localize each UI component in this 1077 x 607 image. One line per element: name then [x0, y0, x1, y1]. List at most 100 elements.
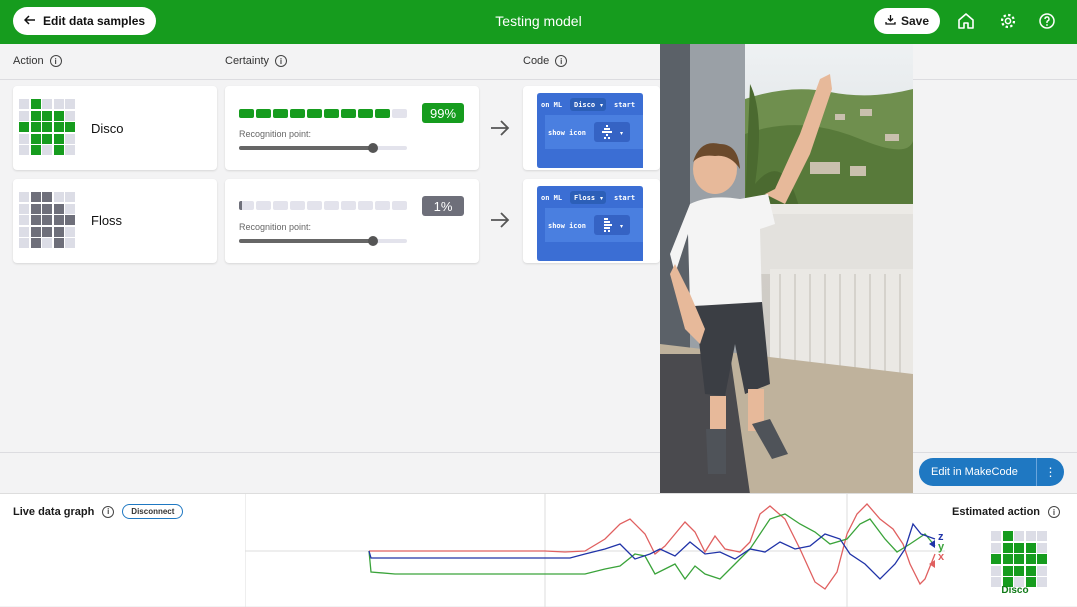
download-icon: [885, 14, 896, 28]
info-icon[interactable]: i: [275, 55, 288, 67]
icon-pixel: [65, 122, 75, 132]
more-options-icon[interactable]: ⋮: [1037, 465, 1064, 479]
slider-handle[interactable]: [368, 143, 379, 153]
floss-icon: [19, 192, 75, 248]
column-header-certainty: Certainty i: [225, 55, 288, 67]
code-show-icon: show icon: [548, 222, 586, 230]
chevron-down-icon: ▾: [620, 131, 623, 137]
makecode-block: on ML Floss ▾ start show icon ▾: [537, 186, 643, 261]
code-action-name: Floss: [574, 194, 595, 202]
makecode-label[interactable]: Edit in MakeCode: [919, 466, 1036, 478]
icon-pixel: [53, 122, 64, 132]
icon-pixel: [1014, 531, 1024, 541]
icon-pixel: [53, 99, 64, 109]
certainty-segment: [375, 109, 390, 118]
action-card-floss[interactable]: Floss: [13, 179, 217, 263]
certainty-segment: [273, 201, 288, 210]
certainty-segment: [256, 201, 271, 210]
icon-pixel: [42, 215, 52, 225]
icon-pixel: [30, 122, 41, 132]
icon-pixel: [19, 133, 29, 144]
recognition-point-label: Recognition point:: [239, 222, 312, 232]
icon-pixel: [30, 99, 41, 109]
icon-pixel: [53, 133, 64, 144]
icon-pixel: [65, 215, 75, 225]
icon-pixel: [53, 215, 64, 225]
icon-pixel: [42, 110, 52, 121]
icon-pixel: [30, 238, 41, 248]
code-card-floss[interactable]: on ML Floss ▾ start show icon ▾: [523, 179, 660, 263]
icon-pixel: [1037, 531, 1047, 541]
icon-pixel: [53, 145, 64, 155]
certainty-segment: [324, 109, 339, 118]
certainty-segment: [392, 201, 407, 210]
action-header-label: Action: [13, 55, 44, 67]
recognition-point-slider[interactable]: [239, 143, 407, 153]
certainty-bar: [239, 201, 407, 210]
save-button[interactable]: Save: [874, 8, 940, 34]
chevron-down-icon: ▾: [600, 196, 603, 202]
axis-legend: z y x: [938, 532, 944, 563]
certainty-segment: [375, 201, 390, 210]
icon-pixel: [65, 110, 75, 121]
icon-pixel: [1025, 554, 1036, 564]
help-icon[interactable]: [1037, 11, 1057, 31]
recognition-point-label: Recognition point:: [239, 129, 312, 139]
icon-pixel: [1037, 554, 1047, 564]
code-action-name: Disco: [574, 101, 595, 109]
icon-pixel: [42, 238, 52, 248]
top-bar: Edit data samples Testing model Save: [0, 0, 1077, 44]
icon-pixel: [30, 110, 41, 121]
column-header-code: Code i: [523, 55, 568, 67]
live-graph-title: Live data graph: [13, 505, 95, 518]
action-card-disco[interactable]: Disco: [13, 86, 217, 170]
icon-pixel: [65, 145, 75, 155]
code-header-label: Code: [523, 55, 550, 67]
code-start: start: [614, 194, 635, 202]
icon-pixel: [30, 226, 41, 237]
certainty-segment: [307, 109, 322, 118]
edit-in-makecode-button[interactable]: Edit in MakeCode ⋮: [919, 458, 1064, 486]
icon-pixel: [1002, 542, 1013, 553]
save-label: Save: [900, 14, 930, 28]
icon-pixel: [1037, 542, 1047, 553]
chevron-down-icon: ▾: [620, 224, 623, 230]
code-show-icon: show icon: [548, 129, 586, 137]
column-header-action: Action i: [13, 55, 62, 67]
icon-pixel: [42, 145, 52, 155]
icon-pixel: [1002, 554, 1013, 564]
code-on-ml: on ML: [541, 194, 562, 202]
live-data-panel: Live data graph i Disconnect z y x Estim…: [0, 493, 1077, 607]
icon-pixel: [991, 531, 1001, 541]
icon-pixel: [53, 110, 64, 121]
recognition-point-slider[interactable]: [239, 236, 407, 246]
info-icon[interactable]: i: [49, 55, 62, 67]
slider-handle[interactable]: [368, 236, 379, 246]
disconnect-button[interactable]: Disconnect: [122, 504, 184, 519]
certainty-segment: [239, 109, 254, 118]
certainty-percentage: 99%: [422, 103, 464, 123]
icon-pixel: [65, 99, 75, 109]
icon-pixel: [30, 215, 41, 225]
icon-pixel: [65, 226, 75, 237]
home-icon[interactable]: [956, 11, 976, 31]
icon-pixel: [1025, 531, 1036, 541]
info-icon[interactable]: i: [1048, 506, 1061, 518]
icon-pixel: [53, 192, 64, 202]
live-data-graph: [245, 494, 945, 607]
disco-icon: [19, 99, 75, 155]
gear-icon[interactable]: [998, 11, 1018, 31]
certainty-segment: [392, 109, 407, 118]
makecode-block: on ML Disco ▾ start show icon ▾: [537, 93, 643, 168]
icon-pixel: [30, 203, 41, 214]
icon-pixel: [1014, 565, 1024, 576]
certainty-segment: [273, 109, 288, 118]
icon-pixel: [42, 133, 52, 144]
certainty-segment: [324, 201, 339, 210]
info-icon[interactable]: i: [555, 55, 568, 67]
certainty-segment: [290, 109, 305, 118]
icon-pixel: [65, 133, 75, 144]
info-icon[interactable]: i: [102, 505, 115, 518]
certainty-segment: [341, 201, 356, 210]
code-card-disco[interactable]: on ML Disco ▾ start show icon ▾: [523, 86, 660, 170]
